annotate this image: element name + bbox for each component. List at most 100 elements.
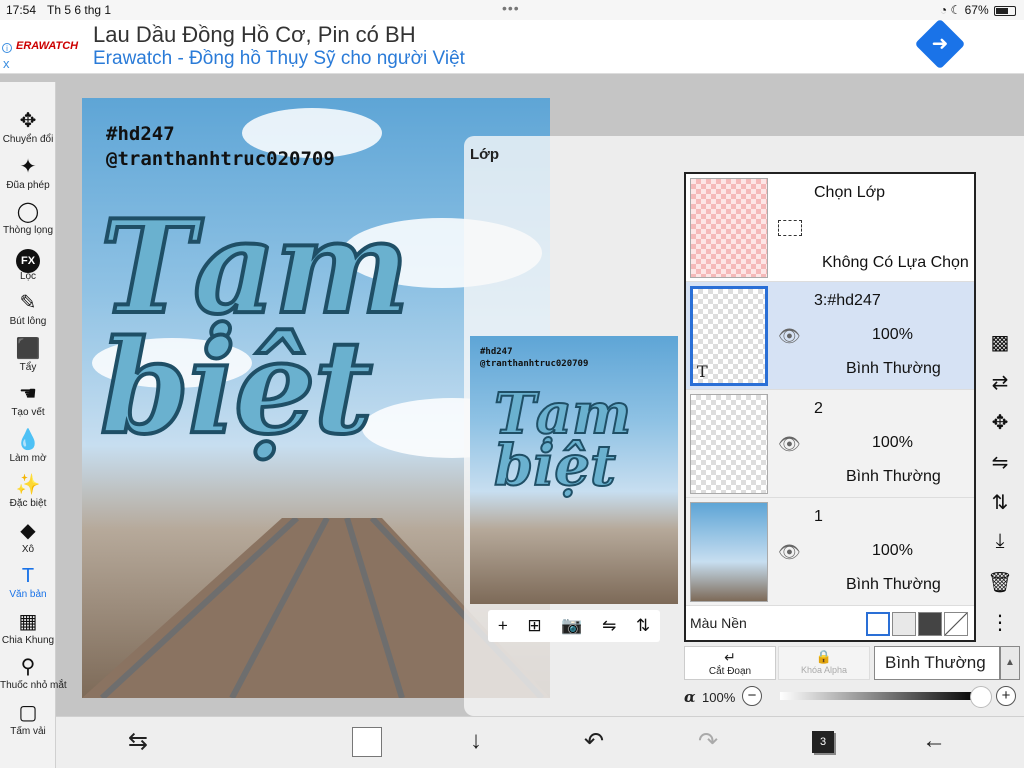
- blend-mode-arrow-icon[interactable]: ▲: [1000, 646, 1020, 680]
- redo-icon[interactable]: ↷: [698, 727, 718, 756]
- tool-label: Thuốc nhỏ mắt: [0, 680, 67, 691]
- layer-name: 3:#hd247: [814, 292, 881, 309]
- tool-label: Văn bản: [9, 589, 47, 600]
- tool-eyedropper[interactable]: ⚲ Thuốc nhỏ mắt: [0, 654, 67, 691]
- tool-fill[interactable]: ◆ Xô: [0, 518, 56, 555]
- layer-row[interactable]: 👁 2 100% Bình Thường: [686, 390, 974, 498]
- camera-icon[interactable]: 📷: [561, 616, 582, 636]
- bg-transparent-swatch[interactable]: [892, 612, 916, 636]
- clipping-label: Cắt Đoạn: [708, 666, 752, 677]
- tool-label: Thòng lọng: [2, 225, 54, 236]
- tool-canvas[interactable]: ▢ Tấm vải: [0, 700, 56, 737]
- add-layer-box-icon[interactable]: ⊞: [527, 616, 541, 636]
- close-icon[interactable]: x: [3, 56, 10, 71]
- layer-transfer-icon[interactable]: ⇄: [984, 370, 1016, 395]
- eye-icon[interactable]: 👁: [778, 326, 801, 347]
- layer-thumbnail: [690, 502, 768, 602]
- flip-horizontal-icon[interactable]: ⇋: [602, 616, 616, 636]
- tool-sidebar: ✥ Chuyển đổi ✦ Đũa phép ◯ Thòng lọng FX Lọc ✎ Bút…: [0, 82, 67, 768]
- multitask-dots-icon[interactable]: •••: [502, 0, 520, 16]
- layers-button[interactable]: 3: [812, 731, 834, 753]
- text-layer-badge: T: [697, 362, 708, 381]
- layer-side-tools: ▩ ⇄ ✥ ⇋ ⇅ ⤓ 🗑 ⋮: [984, 326, 1016, 642]
- back-arrow-icon[interactable]: ←: [922, 727, 946, 755]
- flip-vertical-icon[interactable]: ⇅: [984, 490, 1016, 515]
- layer-blend-mode: Bình Thường: [846, 576, 941, 593]
- opacity-minus-button[interactable]: −: [742, 686, 762, 706]
- preview-handle-line: @tranthanhtruc020709: [480, 359, 589, 369]
- selection-layer-row[interactable]: Chọn Lớp Không Có Lựa Chọn: [686, 174, 974, 282]
- opacity-control: α 100% − +: [684, 686, 1022, 710]
- tool-wand[interactable]: ✦ Đũa phép: [0, 154, 56, 191]
- ad-banner[interactable]: i x ERAWATCH Lau Dầu Đồng Hồ Cơ, Pin có …: [0, 18, 1024, 74]
- eye-icon[interactable]: 👁: [778, 434, 801, 455]
- wifi-icon: ◔: [939, 3, 948, 17]
- canvas-hashtag-text: #hd247 @tranthanhtruc020709: [106, 122, 335, 172]
- move-icon[interactable]: ✥: [984, 410, 1016, 435]
- tool-divide[interactable]: ▦ Chia Khung: [0, 609, 56, 646]
- tool-lasso[interactable]: ◯ Thòng lọng: [0, 199, 56, 236]
- info-icon[interactable]: i: [2, 43, 12, 53]
- bottom-toolbar: ⇆ ↓ ↶ ↷ 3 ←: [56, 716, 1024, 768]
- tool-label: Chuyển đổi: [2, 134, 54, 145]
- layer-opacity: 100%: [872, 542, 913, 559]
- ad-directions-button[interactable]: ➜: [914, 18, 966, 70]
- opacity-plus-button[interactable]: +: [996, 686, 1016, 706]
- ad-logo: ERAWATCH: [16, 40, 79, 52]
- blur-icon: 💧: [15, 428, 41, 451]
- tool-label: Tạo vết: [11, 407, 45, 418]
- eraser-icon: ⬛: [15, 337, 41, 360]
- alpha-lock-button[interactable]: 🔒 Khóa Alpha: [778, 646, 870, 680]
- tool-eraser[interactable]: ⬛ Tẩy: [0, 336, 56, 373]
- clipping-button[interactable]: ↵ Cắt Đoạn: [684, 646, 776, 680]
- arrow-right-icon: ➜: [931, 33, 949, 55]
- color-picker-button[interactable]: [352, 727, 382, 757]
- flip-vertical-icon[interactable]: ⇅: [636, 616, 650, 636]
- background-color-row: Màu Nền: [686, 606, 974, 640]
- canvas-title-text: Tạm biệt: [98, 193, 412, 454]
- flip-icon[interactable]: ⇋: [984, 450, 1016, 475]
- undo-icon[interactable]: ↶: [584, 727, 604, 756]
- layer-thumbnail: [690, 394, 768, 494]
- trash-icon[interactable]: 🗑: [984, 570, 1016, 595]
- tool-smudge[interactable]: ☚ Tạo vết: [0, 381, 56, 418]
- layer-opacity: 100%: [872, 434, 913, 451]
- tool-filter[interactable]: FX Lọc: [0, 245, 56, 282]
- tool-move[interactable]: ✥ Chuyển đổi: [0, 108, 56, 145]
- opacity-slider-knob[interactable]: [970, 686, 992, 708]
- layer-thumbnail: T: [690, 286, 768, 386]
- selection-marquee-icon: [778, 220, 802, 236]
- tool-brush[interactable]: ✎ Bút lông: [0, 290, 56, 327]
- ad-subtitle[interactable]: Erawatch - Đồng hồ Thụy Sỹ cho người Việ…: [93, 48, 465, 70]
- layer-opacity: 100%: [872, 326, 913, 343]
- preview-hashtag: #hd247 @tranthanhtruc020709: [480, 346, 588, 370]
- wand-icon: ✦: [19, 155, 37, 178]
- checker-icon[interactable]: ▩: [984, 330, 1016, 355]
- add-layer-icon[interactable]: +: [498, 616, 508, 636]
- bg-dark-swatch[interactable]: [918, 612, 942, 636]
- opacity-slider[interactable]: [780, 692, 980, 700]
- fx-badge: FX: [16, 248, 40, 273]
- eye-icon[interactable]: 👁: [778, 542, 801, 563]
- bg-white-swatch[interactable]: [866, 612, 890, 636]
- divide-icon: ▦: [18, 610, 38, 633]
- brush-icon: ✎: [19, 292, 37, 314]
- tool-special[interactable]: ✨ Đặc biệt: [0, 472, 56, 509]
- blend-mode-select[interactable]: Bình Thường: [874, 646, 1000, 680]
- merge-down-icon[interactable]: ⤓: [984, 530, 1016, 553]
- layer-row[interactable]: 👁 1 100% Bình Thường: [686, 498, 974, 606]
- bg-none-swatch[interactable]: [944, 612, 968, 636]
- ad-title[interactable]: Lau Dầu Đồng Hồ Cơ, Pin có BH: [93, 22, 416, 48]
- tool-text[interactable]: T Văn bản: [0, 563, 56, 600]
- special-icon: ✨: [15, 474, 41, 496]
- preview-toolbar: + ⊞ 📷 ⇋ ⇅: [488, 610, 660, 642]
- alpha-lock-label: Khóa Alpha: [800, 665, 848, 675]
- tool-blur[interactable]: 💧 Làm mờ: [0, 427, 56, 464]
- swap-color-icon[interactable]: ⇆: [128, 727, 148, 756]
- download-icon[interactable]: ↓: [470, 727, 482, 755]
- more-icon[interactable]: ⋮: [984, 610, 1016, 635]
- title-line-1: Tạm: [98, 193, 412, 343]
- layer-row[interactable]: T 👁 3:#hd247 100% Bình Thường: [686, 282, 974, 390]
- tool-label: Lọc: [19, 270, 37, 282]
- alpha-symbol: α: [684, 688, 696, 706]
